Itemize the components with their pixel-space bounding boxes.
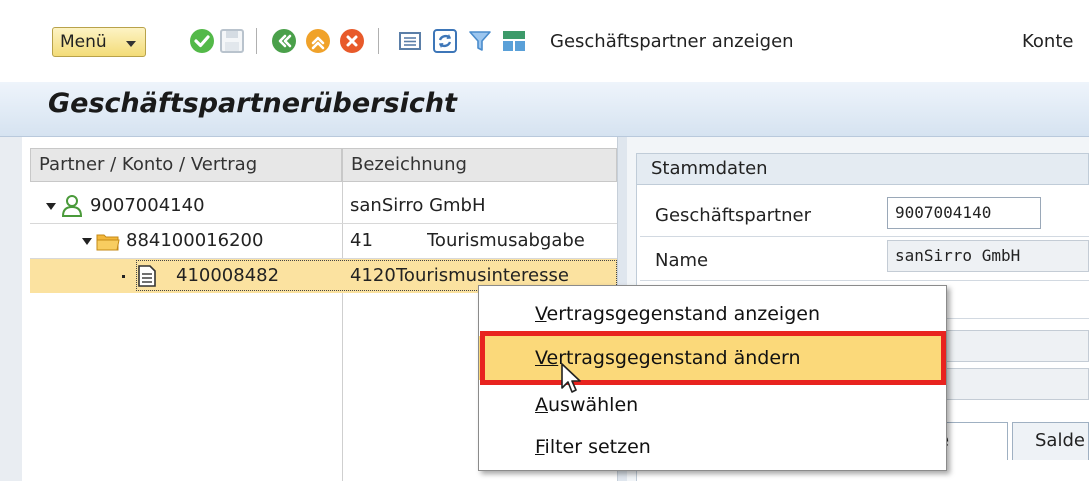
business-partner-label: Geschäftspartner [655,205,811,226]
name-label: Name [655,250,709,271]
contract-account-id: 884100016200 [126,230,264,251]
tree-row[interactable]: 9007004140 sanSirro GmbH [30,189,617,223]
field-divider [640,236,1089,237]
account-button[interactable]: Konte [1022,28,1073,56]
disk-icon[interactable] [218,27,246,55]
contract-code: 4120 [350,265,396,286]
partner-name: sanSirro GmbH [350,195,486,216]
menu-item-mnemonic: A [535,394,548,416]
page-title: Geschäftspartnerübersicht [48,88,457,119]
expand-arrow-icon[interactable] [82,238,92,245]
document-icon [138,265,156,287]
contract-id: 410008482 [176,265,280,286]
hierarchy-icon[interactable] [500,27,528,55]
expand-arrow-icon[interactable] [46,203,56,210]
menu-item-display-contract-object[interactable]: Vertragsgegenstand anzeigen [479,292,946,336]
menu-item-set-filter[interactable]: Filter setzen [479,425,946,469]
display-business-partner-button[interactable]: Geschäftspartner anzeigen [550,28,794,56]
column-header-partner[interactable]: Partner / Konto / Vertrag [30,148,342,182]
title-bar: Geschäftspartnerübersicht [0,82,1089,137]
toolbar-separator [256,28,257,54]
column-header-description[interactable]: Bezeichnung [342,148,617,182]
cancel-icon[interactable] [338,27,366,55]
menu-item-label: uswählen [548,394,639,416]
menu-item-mnemonic: V [535,303,547,325]
account-description: Tourismusabgabe [427,230,585,251]
account-code: 41 [350,230,373,251]
menu-item-select[interactable]: Auswählen [479,383,946,427]
menu-item-mnemonic: F [535,436,545,458]
name-field[interactable]: sanSirro GmbH [887,240,1089,272]
refresh-icon[interactable] [431,27,459,55]
chevron-down-icon [126,41,136,47]
menu-button[interactable]: Menü [52,27,146,57]
menu-item-label: ilter setzen [544,436,651,458]
tab-balances[interactable]: Salde [1012,422,1089,460]
toolbar: Menü Geschäftspartner anzeigen Konte [0,0,1089,82]
mouse-cursor-icon [561,363,581,393]
field-divider [640,280,1089,281]
filter-icon[interactable] [466,27,494,55]
business-partner-field[interactable]: 9007004140 [887,197,1041,229]
sap-window: Menü Geschäftspartner anzeigen Konte Ges… [0,0,1089,481]
back-icon[interactable] [270,27,298,55]
folder-icon [96,234,120,251]
menu-label: Menü [60,32,107,52]
partner-id: 9007004140 [90,195,205,216]
person-icon [62,195,82,217]
list-icon[interactable] [396,27,424,55]
menu-item-label: ertragsgegenstand anzeigen [546,303,820,325]
highlight-annotation [480,331,946,385]
left-margin [0,137,22,481]
tree-row[interactable]: 884100016200 41 Tourismusabgabe [30,224,617,258]
save-icon[interactable] [188,27,216,55]
leaf-bullet [122,275,125,278]
toolbar-separator [378,28,379,54]
group-header: Stammdaten [636,153,1089,185]
exit-icon[interactable] [304,27,332,55]
